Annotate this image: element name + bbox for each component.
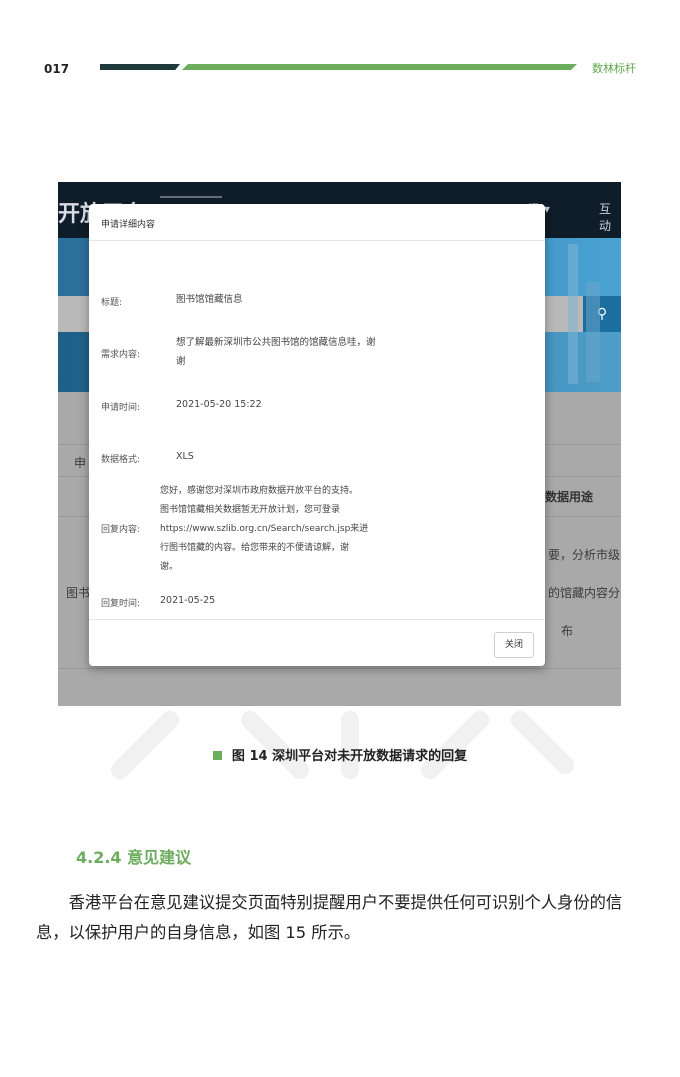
background-nav-item: 互动 — [599, 202, 612, 233]
format-value: XLS — [176, 451, 194, 462]
background-row-text: 布 — [561, 624, 574, 638]
caption-bullet-icon — [212, 751, 222, 760]
title-value: 图书馆馆藏信息 — [176, 294, 243, 305]
background-row-text: 要，分析市级 — [548, 548, 621, 562]
body-paragraph: 香港平台在意见建议提交页面特别提醒用户不要提供任何可识别个人身份的信息，以保护用… — [36, 893, 623, 942]
request-detail-modal: 申请详细内容 标题: 图书馆馆藏信息 需求内容: 想了解最新深圳市公共图书馆的馆… — [89, 204, 545, 666]
modal-title: 申请详细内容 — [101, 220, 156, 230]
apply-time-value: 2021-05-20 15:22 — [176, 399, 262, 410]
figure-screenshot: 开放平台 讯 ▾ 互动 ⚲ 申 数据用途 图书 要，分析市级 的馆藏内容分 布 … — [58, 182, 621, 706]
background-table-header: 数据用途 — [545, 490, 594, 504]
background-row-label: 图书 — [66, 586, 91, 600]
brand-label: 数林标杆 — [592, 62, 636, 75]
reply-line: https://www.szlib.org.cn/Search/search.j… — [160, 524, 369, 534]
background-side-label: 申 — [74, 456, 87, 470]
close-button[interactable]: 关闭 — [494, 632, 534, 658]
title-label: 标题: — [101, 298, 123, 308]
modal-footer-divider — [89, 619, 545, 620]
reply-line: 谢。 — [160, 562, 179, 572]
background-divider — [58, 668, 621, 669]
reply-line: 行图书馆藏的内容。给您带来的不便请谅解，谢 — [160, 543, 350, 553]
watermark-graphic — [111, 711, 574, 779]
reply-time-value: 2021-05-25 — [160, 595, 216, 606]
background-tower-graphic — [568, 244, 578, 384]
page-number: 017 — [44, 62, 70, 76]
background-row-text: 的馆藏内容分 — [548, 586, 621, 600]
caption-text: 图 14 深圳平台对未开放数据请求的回复 — [231, 749, 468, 764]
background-tower-graphic — [586, 282, 600, 382]
reply-line: 图书馆馆藏相关数据暂无开放计划，您可登录 — [160, 505, 341, 515]
figure-caption: 图 14 深圳平台对未开放数据请求的回复 — [0, 745, 680, 764]
section-title: 4.2.4 意见建议 — [76, 848, 192, 867]
format-label: 数据格式: — [101, 455, 141, 465]
demand-line: 谢 — [176, 356, 186, 367]
modal-header — [89, 204, 545, 241]
reply-time-label: 回复时间: — [101, 599, 141, 609]
reply-line: 您好，感谢您对深圳市政府数据开放平台的支持。 — [160, 486, 359, 496]
header-bar-dark — [100, 64, 180, 70]
apply-time-label: 申请时间: — [101, 403, 141, 413]
demand-line: 想了解最新深圳市公共图书馆的馆藏信息哇，谢 — [176, 337, 376, 348]
header-bar-green — [182, 64, 577, 70]
demand-label: 需求内容: — [101, 350, 141, 360]
reply-label: 回复内容: — [101, 525, 141, 535]
